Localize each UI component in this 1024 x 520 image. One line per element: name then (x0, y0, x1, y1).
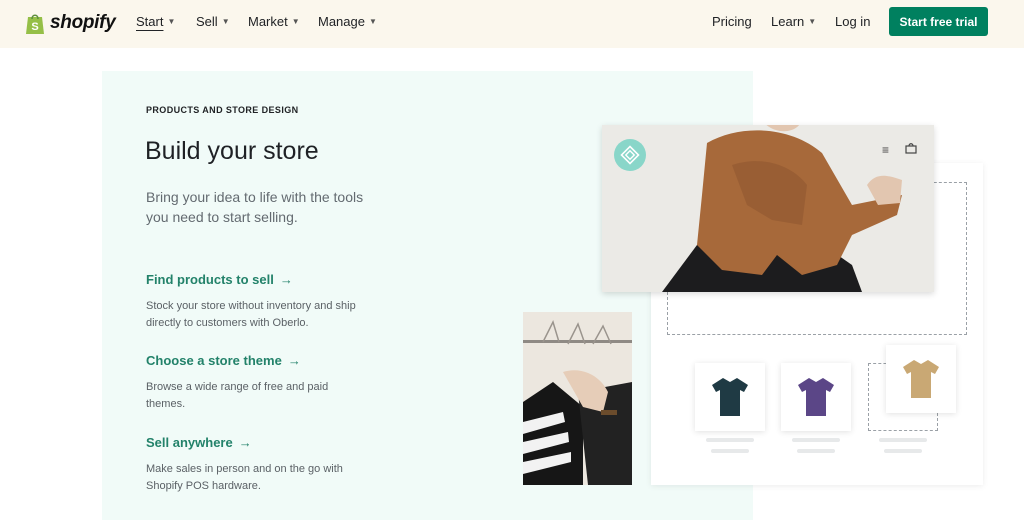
svg-text:S: S (31, 21, 38, 33)
nav-manage-label: Manage (318, 14, 365, 29)
nav-pricing[interactable]: Pricing (712, 14, 752, 29)
nav-pricing-label: Pricing (712, 14, 752, 29)
nav-start-label: Start (136, 14, 164, 29)
nav-learn-label: Learn (771, 14, 805, 29)
theme-logo-badge (614, 139, 646, 171)
chevron-down-icon: ▼ (368, 17, 377, 26)
product-price-placeholder (711, 449, 749, 453)
section-lede: Bring your idea to life with the tools y… (146, 189, 364, 225)
product-tile-tan-tshirt[interactable] (886, 345, 956, 413)
nav-start[interactable]: Start ▼ (136, 14, 175, 29)
nav-sell-label: Sell (196, 14, 218, 29)
chevron-down-icon: ▼ (221, 17, 230, 26)
nav-manage[interactable]: Manage ▼ (318, 14, 377, 29)
product-title-placeholder (706, 438, 754, 442)
nav-sell[interactable]: Sell ▼ (196, 14, 230, 29)
sell-anywhere-link[interactable]: Sell anywhere → (146, 435, 252, 450)
product-tile-purple-tshirt[interactable] (781, 363, 851, 431)
clothing-rack-illustration (523, 312, 632, 485)
start-free-trial-button[interactable]: Start free trial (889, 7, 988, 36)
sell-anywhere-description: Make sales in person and on the go with … (146, 463, 343, 492)
choose-theme-link[interactable]: Choose a store theme → (146, 353, 301, 368)
product-price-placeholder (797, 449, 835, 453)
chevron-down-icon: ▼ (808, 17, 817, 26)
logo-wordmark: shopify (50, 12, 116, 33)
nav-market[interactable]: Market ▼ (248, 14, 300, 29)
find-products-description: Stock your store without inventory and s… (146, 300, 356, 329)
clothing-rack-image (523, 312, 632, 485)
tshirt-icon (903, 360, 939, 398)
tshirt-icon (712, 378, 748, 416)
shopify-logo[interactable]: S shopify (25, 9, 116, 37)
section-eyebrow: PRODUCTS AND STORE DESIGN (146, 105, 299, 115)
product-title-placeholder (879, 438, 927, 442)
arrow-right-icon: → (238, 435, 252, 450)
shopify-bag-icon: S (26, 14, 44, 34)
arrow-right-icon: → (287, 353, 301, 368)
nav-market-label: Market (248, 14, 288, 29)
product-tile-navy-tshirt[interactable] (695, 363, 765, 431)
shopping-bag-icon[interactable] (905, 142, 917, 154)
tshirt-icon (798, 378, 834, 416)
find-products-link[interactable]: Find products to sell → (146, 272, 293, 287)
product-title-placeholder (792, 438, 840, 442)
menu-icon[interactable]: ≡ (882, 143, 889, 157)
chevron-down-icon: ▼ (167, 17, 176, 26)
diamond-logo-icon (620, 145, 640, 165)
sell-anywhere-link-label: Sell anywhere (146, 435, 233, 450)
nav-learn[interactable]: Learn ▼ (771, 14, 816, 29)
chevron-down-icon: ▼ (291, 17, 300, 26)
nav-login[interactable]: Log in (835, 14, 870, 29)
choose-theme-link-label: Choose a store theme (146, 353, 282, 368)
nav-login-label: Log in (835, 14, 871, 29)
find-products-link-label: Find products to sell (146, 272, 274, 287)
top-navigation-bar: S shopify Start ▼ Sell ▼ Market ▼ Manage… (0, 0, 1024, 48)
choose-theme-description: Browse a wide range of free and paid the… (146, 381, 329, 410)
arrow-right-icon: → (279, 272, 293, 287)
page-title: Build your store (145, 137, 319, 165)
product-price-placeholder (884, 449, 922, 453)
